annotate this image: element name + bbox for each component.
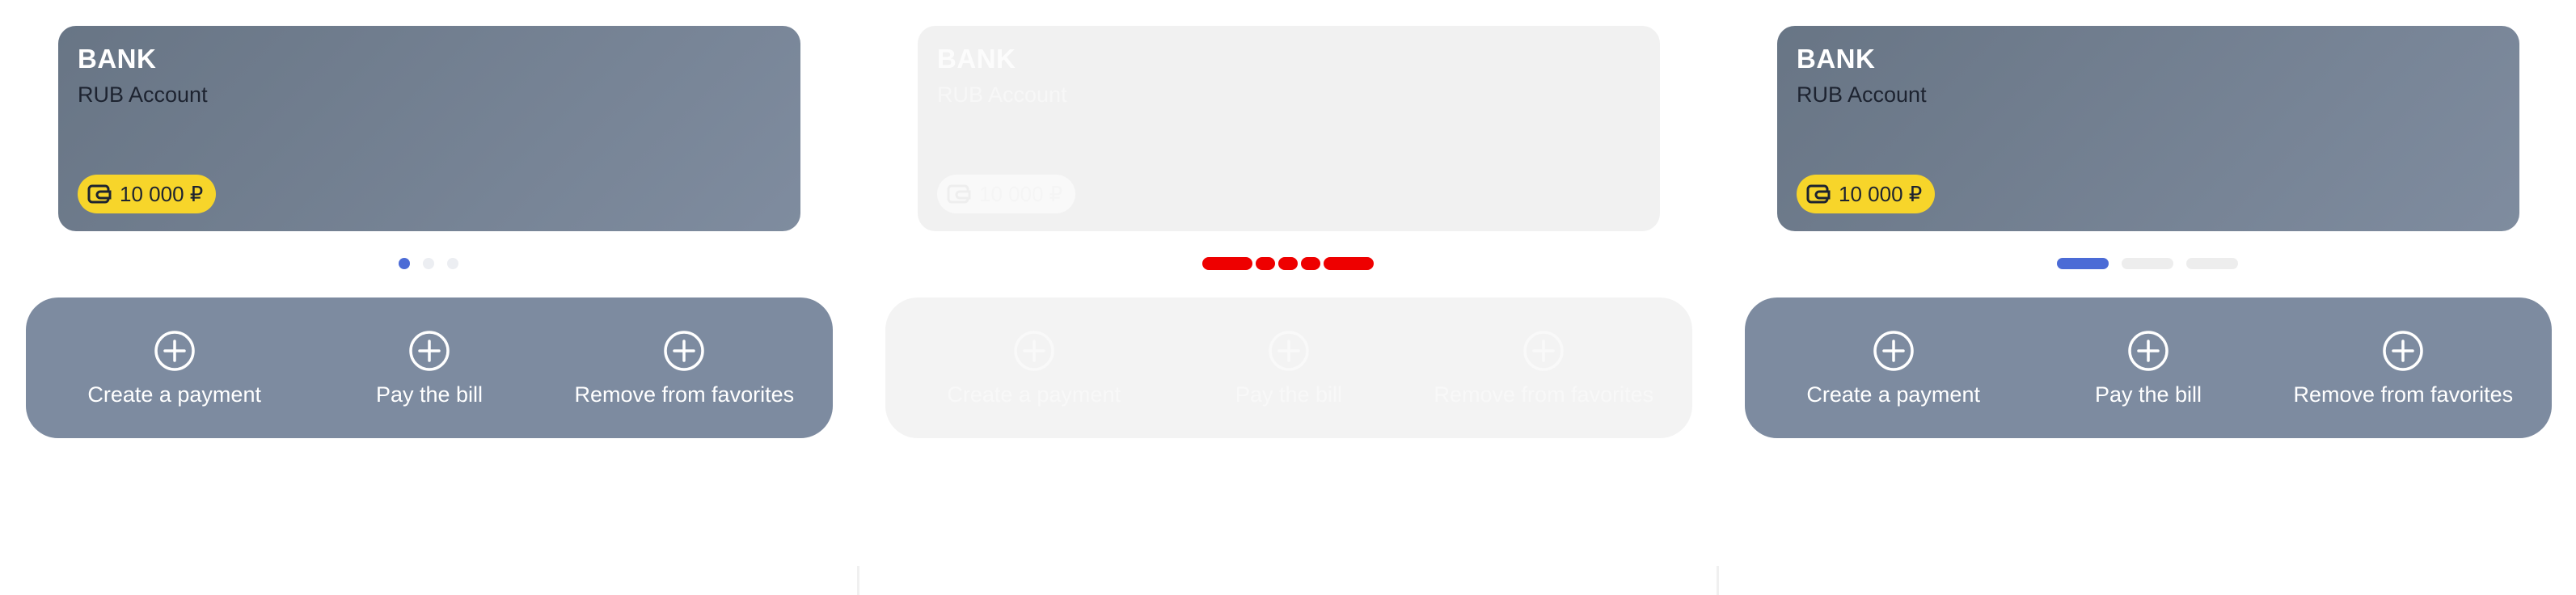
- pager-bar[interactable]: [2122, 258, 2173, 269]
- pay-bill-button[interactable]: Pay the bill: [2021, 329, 2275, 407]
- plus-circle-icon: [1013, 330, 1054, 371]
- remove-favorites-button[interactable]: Remove from favorites: [557, 329, 812, 407]
- action-label: Remove from favorites: [574, 382, 795, 407]
- account-card: BANK RUB Account 10 000 ₽: [918, 26, 1660, 231]
- create-payment-button[interactable]: Create a payment: [1766, 329, 2021, 407]
- pager-bar[interactable]: [1324, 257, 1374, 270]
- action-label: Pay the bill: [2094, 382, 2202, 407]
- pager-bar-active[interactable]: [2057, 258, 2109, 269]
- account-name: RUB Account: [78, 82, 208, 107]
- action-label: Pay the bill: [375, 382, 484, 407]
- pager-bar[interactable]: [1202, 257, 1252, 270]
- plus-circle-icon: [154, 330, 195, 371]
- carousel-pager: [859, 255, 1717, 272]
- plus-circle-icon: [1873, 330, 1914, 371]
- pager-dot-active[interactable]: [399, 258, 410, 269]
- account-widget-default: BANK RUB Account 10 000 ₽ Create a payme…: [0, 0, 857, 595]
- action-label: Remove from favorites: [2293, 382, 2514, 407]
- bank-name: BANK: [1797, 44, 1876, 74]
- wallet-icon: [87, 184, 112, 204]
- pager-dot[interactable]: [423, 258, 434, 269]
- plus-circle-icon: [664, 330, 705, 371]
- account-card[interactable]: BANK RUB Account 10 000 ₽: [1777, 26, 2519, 231]
- carousel-pager: [1719, 255, 2576, 272]
- pager-bar[interactable]: [1256, 257, 1320, 270]
- balance-amount: 10 000 ₽: [1839, 181, 1923, 206]
- bank-name: BANK: [78, 44, 157, 74]
- action-label: Pay the bill: [1235, 382, 1343, 407]
- balance-amount: 10 000 ₽: [120, 181, 204, 206]
- quick-actions-bar: Create a payment Pay the bill Remove fro…: [885, 298, 1692, 438]
- plus-circle-icon: [1269, 330, 1309, 371]
- plus-circle-icon: [409, 330, 450, 371]
- action-label: Create a payment: [1806, 382, 1980, 407]
- create-payment-button[interactable]: Create a payment: [47, 329, 302, 407]
- pager-bar[interactable]: [2186, 258, 2238, 269]
- plus-circle-icon: [2128, 330, 2168, 371]
- wallet-icon: [1806, 184, 1831, 204]
- remove-favorites-button: Remove from favorites: [1417, 329, 1671, 407]
- action-label: Create a payment: [87, 382, 261, 407]
- account-card[interactable]: BANK RUB Account 10 000 ₽: [58, 26, 800, 231]
- remove-favorites-button[interactable]: Remove from favorites: [2276, 329, 2531, 407]
- account-name: RUB Account: [937, 82, 1067, 107]
- bank-name: BANK: [937, 44, 1016, 74]
- create-payment-button: Create a payment: [906, 329, 1161, 407]
- quick-actions-bar: Create a payment Pay the bill Remove fro…: [26, 298, 833, 438]
- balance-amount: 10 000 ₽: [979, 181, 1063, 206]
- account-widget-disabled: BANK RUB Account 10 000 ₽ Create a payme…: [857, 0, 1717, 595]
- action-label: Remove from favorites: [1434, 382, 1654, 407]
- wallet-icon: [947, 184, 971, 204]
- quick-actions-bar: Create a payment Pay the bill Remove fro…: [1745, 298, 2552, 438]
- action-label: Create a payment: [947, 382, 1121, 407]
- account-widget-bars: BANK RUB Account 10 000 ₽ Create a payme…: [1717, 0, 2576, 595]
- carousel-pager: [0, 255, 857, 272]
- account-name: RUB Account: [1797, 82, 1927, 107]
- plus-circle-icon: [2383, 330, 2424, 371]
- pager-dot[interactable]: [447, 258, 458, 269]
- balance-chip: 10 000 ₽: [937, 175, 1076, 213]
- balance-chip: 10 000 ₽: [78, 175, 217, 213]
- pay-bill-button: Pay the bill: [1161, 329, 1416, 407]
- pay-bill-button[interactable]: Pay the bill: [302, 329, 556, 407]
- balance-chip: 10 000 ₽: [1797, 175, 1936, 213]
- plus-circle-icon: [1523, 330, 1565, 371]
